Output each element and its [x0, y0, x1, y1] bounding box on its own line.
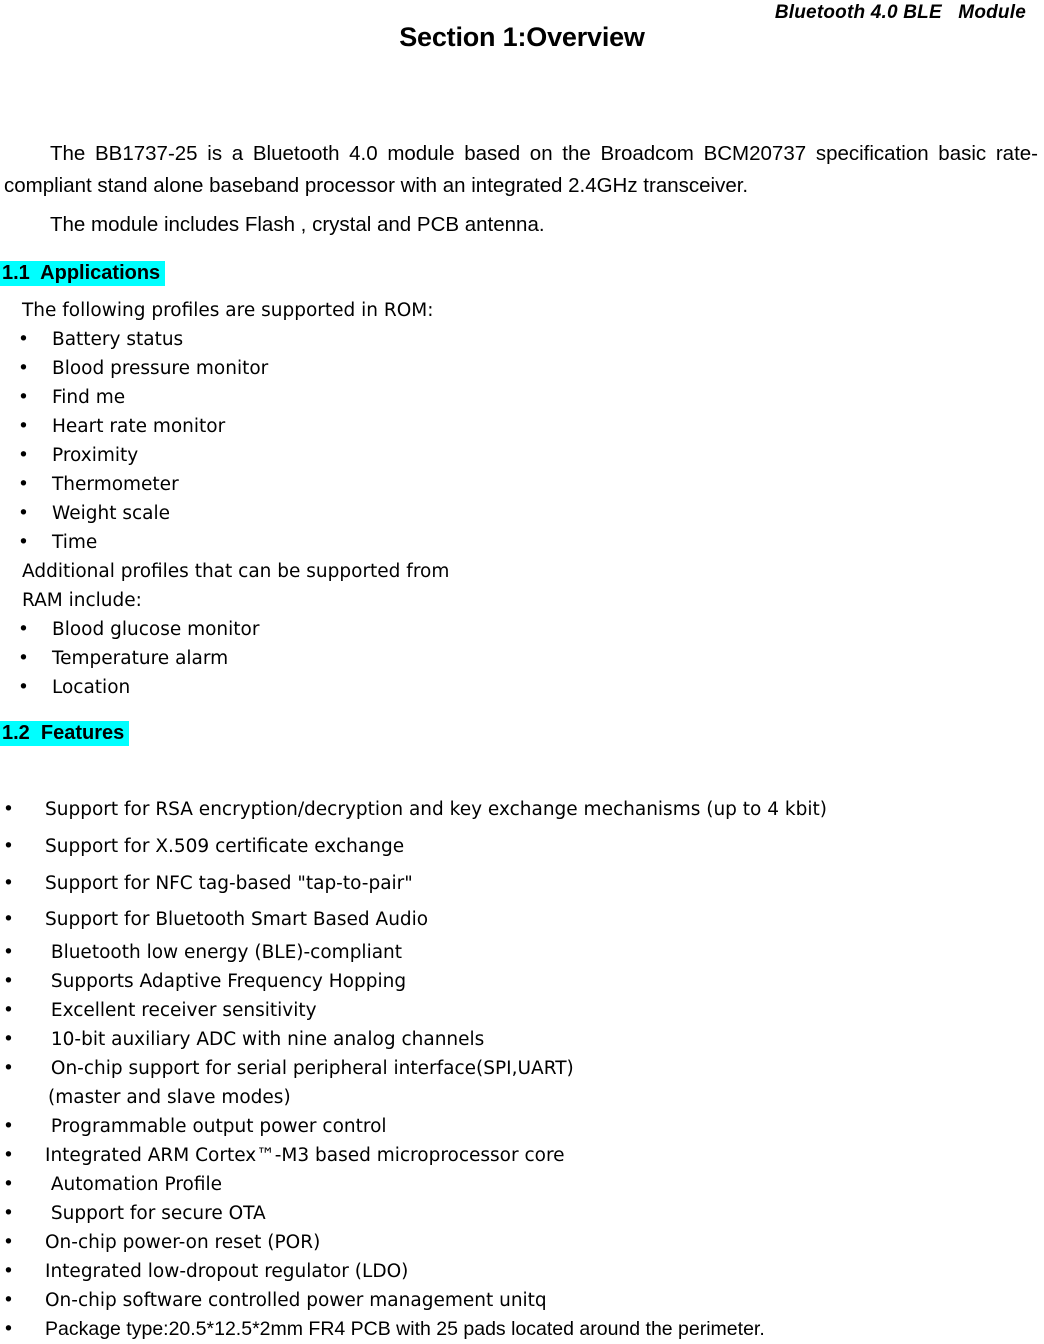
bullet-icon: •	[3, 1290, 14, 1311]
list-item-label: Excellent receiver sensitivity	[45, 1000, 317, 1021]
bullet-icon: •	[3, 799, 14, 820]
list-item: • Weight scale	[0, 499, 1044, 528]
list-item-label: Support for Bluetooth Smart Based Audio	[45, 909, 429, 930]
list-item: • Temperature alarm	[0, 644, 1044, 673]
bullet-icon: •	[3, 1058, 14, 1079]
list-item: • Support for RSA encryption/decryption …	[0, 791, 1044, 828]
list-item: • Support for Bluetooth Smart Based Audi…	[0, 902, 1044, 938]
bullet-icon: •	[3, 1174, 14, 1195]
bullet-icon: •	[3, 836, 14, 857]
features-list: • Support for RSA encryption/decryption …	[0, 791, 1044, 1344]
list-item-label: Integrated ARM Cortex™-M3 based micropro…	[45, 1145, 565, 1166]
applications-ram-lead-in-line-2: RAM include:	[22, 590, 142, 611]
list-item-label: Support for RSA encryption/decryption an…	[45, 799, 827, 820]
intro-paragraph-2: The module includes Flash , crystal and …	[50, 213, 545, 236]
list-item: • Blood pressure monitor	[0, 354, 1044, 383]
list-item: • Package type:20.5*12.5*2mm FR4 PCB wit…	[0, 1315, 1044, 1344]
list-item-label: Support for NFC tag-based "tap-to-pair"	[45, 873, 413, 894]
list-item: • Battery status	[0, 325, 1044, 354]
heading-features-label: 1.2 Features	[0, 721, 130, 746]
list-item: • Time	[0, 528, 1044, 557]
bullet-icon: •	[18, 619, 29, 640]
bullet-icon: •	[18, 416, 29, 437]
list-item: • Integrated ARM Cortex™-M3 based microp…	[0, 1141, 1044, 1170]
heading-applications: 1.1 Applications	[0, 260, 166, 287]
list-item: • Blood glucose monitor	[0, 615, 1044, 644]
list-item: • Support for X.509 certificate exchange	[0, 828, 1044, 865]
applications-ram-lead-in-line-1: Additional profiles that can be supporte…	[22, 561, 450, 582]
bullet-icon: •	[18, 532, 29, 553]
list-item-label: Automation Profile	[45, 1174, 223, 1195]
bullet-icon: •	[3, 1145, 14, 1166]
bullet-icon: •	[18, 387, 29, 408]
list-item-label: Support for secure OTA	[45, 1203, 266, 1224]
list-item: • Bluetooth low energy (BLE)-compliant	[0, 938, 1044, 967]
running-header-title: Bluetooth 4.0 BLE Module	[774, 2, 1026, 23]
applications-list: The following profiles are supported in …	[0, 296, 1044, 702]
features-spi-continuation: (master and slave modes)	[48, 1087, 291, 1108]
bullet-icon: •	[18, 648, 29, 669]
list-item-label: Integrated low-dropout regulator (LDO)	[45, 1261, 409, 1282]
list-item: • Thermometer	[0, 470, 1044, 499]
list-item-label: Supports Adaptive Frequency Hopping	[45, 971, 407, 992]
bullet-icon: •	[18, 358, 29, 379]
bullet-icon: •	[3, 942, 14, 963]
bullet-icon: •	[3, 1029, 14, 1050]
heading-features: 1.2 Features	[0, 720, 130, 747]
bullet-icon: •	[3, 971, 14, 992]
list-item-label: Temperature alarm	[52, 648, 229, 669]
applications-rom-lead-in: The following profiles are supported in …	[22, 300, 434, 321]
bullet-icon: •	[3, 1319, 14, 1340]
list-item-label: Package type:20.5*12.5*2mm FR4 PCB with …	[45, 1318, 765, 1340]
list-item: • On-chip power-on reset (POR)	[0, 1228, 1044, 1257]
bullet-icon: •	[3, 1000, 14, 1021]
list-item-label: Thermometer	[52, 474, 179, 495]
page-title: Section 1:Overview	[399, 22, 645, 52]
list-item: • Automation Profile	[0, 1170, 1044, 1199]
list-item: • 10-bit auxiliary ADC with nine analog …	[0, 1025, 1044, 1054]
bullet-icon: •	[3, 909, 14, 930]
list-item: • Excellent receiver sensitivity	[0, 996, 1044, 1025]
list-item-label: Support for X.509 certificate exchange	[45, 836, 405, 857]
list-item-label: Battery status	[52, 329, 184, 350]
list-item-label: Weight scale	[52, 503, 171, 524]
list-item-label: Find me	[52, 387, 126, 408]
bullet-icon: •	[3, 1232, 14, 1253]
list-item: • Supports Adaptive Frequency Hopping	[0, 967, 1044, 996]
list-item: • Heart rate monitor	[0, 412, 1044, 441]
bullet-icon: •	[18, 445, 29, 466]
list-item-label: On-chip software controlled power manage…	[45, 1290, 547, 1311]
bullet-icon: •	[3, 1261, 14, 1282]
list-item-label: Proximity	[52, 445, 139, 466]
list-item: • Support for NFC tag-based "tap-to-pair…	[0, 865, 1044, 902]
list-item: • Integrated low-dropout regulator (LDO)	[0, 1257, 1044, 1286]
list-item: • On-chip software controlled power mana…	[0, 1286, 1044, 1315]
list-item-label: Bluetooth low energy (BLE)-compliant	[45, 942, 403, 963]
list-item-label: Programmable output power control	[45, 1116, 387, 1137]
bullet-icon: •	[18, 503, 29, 524]
intro-paragraph-1: The BB1737-25 is a Bluetooth 4.0 module …	[4, 142, 1038, 197]
list-item: • Support for secure OTA	[0, 1199, 1044, 1228]
bullet-icon: •	[18, 677, 29, 698]
list-item-label: Location	[52, 677, 131, 698]
list-item-label: Heart rate monitor	[52, 416, 226, 437]
list-item-label: Time	[52, 532, 98, 553]
list-item: • Location	[0, 673, 1044, 702]
list-item: • On-chip support for serial peripheral …	[0, 1054, 1044, 1083]
list-item-label: On-chip support for serial peripheral in…	[45, 1058, 574, 1079]
heading-applications-label: 1.1 Applications	[0, 261, 166, 286]
list-item: • Programmable output power control	[0, 1112, 1044, 1141]
bullet-icon: •	[3, 1116, 14, 1137]
list-item: • Find me	[0, 383, 1044, 412]
bullet-icon: •	[18, 329, 29, 350]
list-item-label: Blood pressure monitor	[52, 358, 269, 379]
bullet-icon: •	[3, 873, 14, 894]
bullet-icon: •	[3, 1203, 14, 1224]
list-item: • Proximity	[0, 441, 1044, 470]
list-item-label: Blood glucose monitor	[52, 619, 260, 640]
list-item-label: 10-bit auxiliary ADC with nine analog ch…	[45, 1029, 485, 1050]
list-item-label: On-chip power-on reset (POR)	[45, 1232, 321, 1253]
bullet-icon: •	[18, 474, 29, 495]
